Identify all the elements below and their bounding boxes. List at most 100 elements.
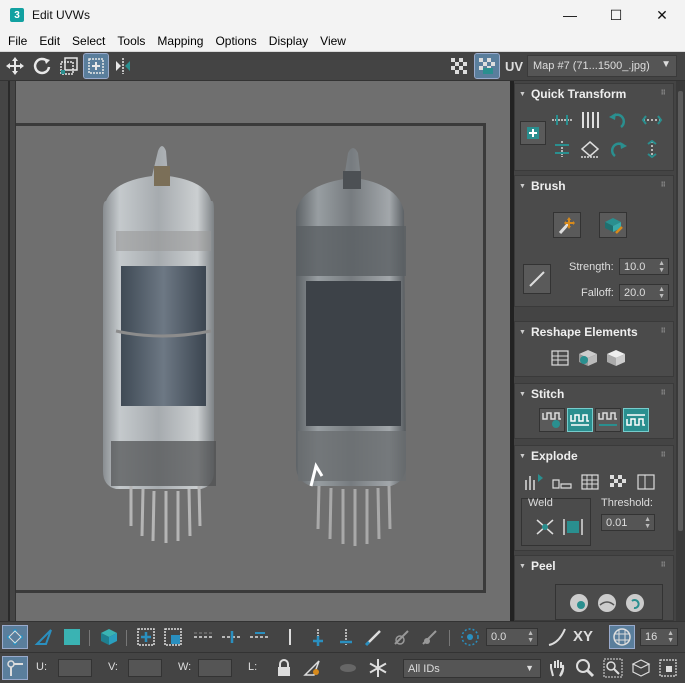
align-horizontal-icon[interactable] xyxy=(549,108,575,132)
align-vertical-icon[interactable] xyxy=(549,137,575,161)
stitch-custom-icon[interactable] xyxy=(539,408,565,432)
vertex-mode-icon[interactable] xyxy=(2,625,28,649)
relax-icon[interactable] xyxy=(575,346,601,370)
menu-display[interactable]: Display xyxy=(263,34,314,48)
paint-select-shrink-icon[interactable] xyxy=(418,626,442,648)
freeze-snowflake-icon[interactable] xyxy=(366,657,390,679)
scrollbar-thumb[interactable] xyxy=(678,91,683,531)
panel-scrollbar[interactable] xyxy=(676,81,685,621)
texture-checker-icon[interactable] xyxy=(474,53,500,79)
maximize-button[interactable]: ☐ xyxy=(593,0,639,30)
weld-selected-icon[interactable] xyxy=(532,515,558,539)
menu-mapping[interactable]: Mapping xyxy=(151,34,209,48)
shrink-selection-icon[interactable] xyxy=(161,626,185,648)
menu-file[interactable]: File xyxy=(0,34,33,48)
rollout-header-stitch[interactable]: ▼ Stitch ⠿ xyxy=(515,384,673,404)
flatten-by-material-icon[interactable] xyxy=(605,470,631,494)
peel-reset-icon[interactable] xyxy=(622,591,648,615)
zoom-extents-icon[interactable] xyxy=(629,657,653,679)
loop-grow-icon[interactable] xyxy=(220,626,244,648)
mirror-icon[interactable] xyxy=(111,54,135,78)
paint-select-grow-icon[interactable] xyxy=(390,626,414,648)
flip-horizontal-icon[interactable] xyxy=(639,108,665,132)
polygon-mode-icon[interactable] xyxy=(60,626,84,648)
set-pivot-icon[interactable] xyxy=(520,121,546,145)
rollout-header-reshape[interactable]: ▼ Reshape Elements ⠿ xyxy=(515,322,673,342)
rotate-icon[interactable] xyxy=(30,54,54,78)
checker-pattern-icon[interactable] xyxy=(447,54,471,78)
xy-toggle[interactable]: XY xyxy=(573,628,593,645)
lock-icon[interactable] xyxy=(272,657,296,679)
falloff-spinner-bottom[interactable]: 0.0 ▲ ▼ xyxy=(486,628,538,646)
map-select[interactable]: Map #7 (71...1500_.jpg) ▼ xyxy=(527,55,677,77)
pan-hand-icon[interactable] xyxy=(545,657,569,679)
straighten-icon[interactable] xyxy=(577,137,603,161)
ring-select-icon[interactable] xyxy=(278,626,302,648)
grid-snap-icon[interactable] xyxy=(609,625,635,649)
spinner-arrows-icon: ▲ ▼ xyxy=(527,630,534,644)
soft-selection-icon[interactable] xyxy=(458,626,482,648)
rotate-ccw-icon[interactable] xyxy=(605,108,631,132)
stitch-to-source-icon[interactable] xyxy=(623,408,649,432)
uv-toggle[interactable]: UV xyxy=(502,59,526,74)
grow-selection-icon[interactable] xyxy=(134,626,158,648)
v-field[interactable] xyxy=(128,659,162,677)
loop-shrink-icon[interactable] xyxy=(248,626,272,648)
view-eye-icon[interactable] xyxy=(336,657,360,679)
loop-select-icon[interactable] xyxy=(192,626,216,648)
falloff-spinner[interactable]: 20.0 ▲ ▼ xyxy=(619,284,669,301)
straighten-selection-icon[interactable] xyxy=(547,346,573,370)
quick-peel-icon[interactable] xyxy=(566,591,592,615)
zoom-region-icon[interactable] xyxy=(601,657,625,679)
move-icon[interactable] xyxy=(3,54,27,78)
material-id-select[interactable]: All IDs ▼ xyxy=(403,659,541,678)
cube-icon[interactable] xyxy=(603,346,629,370)
menu-view[interactable]: View xyxy=(314,34,352,48)
rollout-header-brush[interactable]: ▼ Brush ⠿ xyxy=(515,176,673,196)
transform-gizmo-icon[interactable] xyxy=(2,656,28,680)
minimize-button[interactable]: — xyxy=(547,0,593,30)
flip-vertical-icon[interactable] xyxy=(639,137,665,161)
falloff-curve-icon[interactable] xyxy=(545,626,569,648)
menu-tools[interactable]: Tools xyxy=(111,34,151,48)
rollout-header-explode[interactable]: ▼ Explode ⠿ xyxy=(515,446,673,466)
flatten-by-smoothing-icon[interactable] xyxy=(577,470,603,494)
u-field[interactable] xyxy=(58,659,92,677)
relax-brush-icon[interactable] xyxy=(599,212,627,238)
menu-edit[interactable]: Edit xyxy=(33,34,66,48)
stitch-average-icon[interactable] xyxy=(595,408,621,432)
zoom-selected-icon[interactable] xyxy=(657,657,679,679)
flatten-custom-icon[interactable] xyxy=(633,470,659,494)
chevron-down-icon: ▼ xyxy=(661,59,671,70)
paint-move-icon[interactable] xyxy=(553,212,581,238)
rollout-header-quick-transform[interactable]: ▼ Quick Transform ⠿ xyxy=(515,84,673,104)
menu-options[interactable]: Options xyxy=(209,34,262,48)
spinner-arrows-icon: ▲ ▼ xyxy=(644,516,651,530)
space-vertical-icon[interactable] xyxy=(577,108,603,132)
ring-shrink-icon[interactable] xyxy=(334,626,358,648)
break-icon[interactable] xyxy=(521,470,547,494)
edge-mode-icon[interactable] xyxy=(32,626,56,648)
weld-target-icon[interactable] xyxy=(560,515,586,539)
w-label: W: xyxy=(178,661,192,673)
scale-icon[interactable] xyxy=(57,54,81,78)
strength-spinner[interactable]: 10.0 ▲ ▼ xyxy=(619,258,669,275)
ring-grow-icon[interactable] xyxy=(306,626,330,648)
zoom-icon[interactable] xyxy=(573,657,597,679)
hide-selection-icon[interactable] xyxy=(300,657,324,679)
freeform-icon[interactable] xyxy=(83,53,109,79)
brush-stroke-icon[interactable] xyxy=(523,264,551,294)
uv-viewport[interactable] xyxy=(16,81,510,621)
paint-select-icon[interactable] xyxy=(362,626,386,648)
flatten-by-polygon-icon[interactable] xyxy=(549,470,575,494)
stitch-to-target-icon[interactable] xyxy=(567,408,593,432)
close-button[interactable]: ✕ xyxy=(639,0,685,30)
threshold-spinner[interactable]: 0.01 ▲ ▼ xyxy=(601,514,655,531)
menu-select[interactable]: Select xyxy=(66,34,111,48)
rollout-header-peel[interactable]: ▼ Peel ⠿ xyxy=(515,556,673,576)
grid-size-spinner[interactable]: 16 ▲ ▼ xyxy=(640,628,678,646)
peel-mode-icon[interactable] xyxy=(594,591,620,615)
element-mode-icon[interactable] xyxy=(97,626,121,648)
rotate-cw-icon[interactable] xyxy=(605,137,631,161)
w-field[interactable] xyxy=(198,659,232,677)
